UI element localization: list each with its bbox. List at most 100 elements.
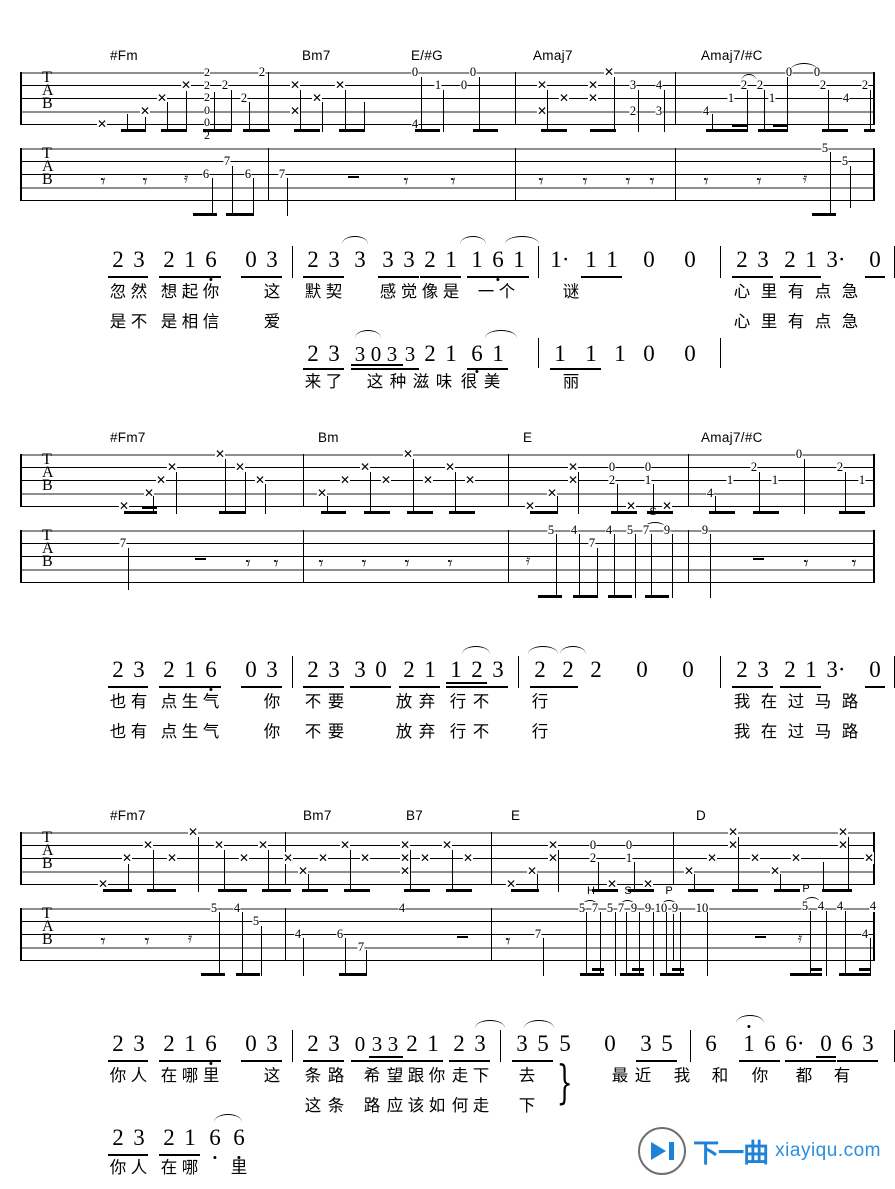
lyric-char: 如 (428, 1096, 446, 1115)
staff-line (20, 858, 875, 859)
mute-x: ✕ (238, 851, 250, 865)
note-stem (322, 102, 324, 132)
beam (404, 889, 430, 892)
barline (515, 72, 517, 125)
note-stem (651, 534, 653, 598)
lyric-char: 路 (327, 1066, 345, 1085)
mute-x: ✕ (567, 460, 579, 474)
site-logo[interactable]: 下一曲 xiayiqu.com (638, 1127, 881, 1175)
jianpu-note: 1 (450, 657, 462, 682)
lyric-char: 下 (472, 1066, 490, 1085)
tab-note: 5 (801, 899, 809, 913)
note-stem (300, 90, 302, 132)
rest: 𝄾 (318, 552, 324, 575)
jianpu-note: 2 (163, 1031, 175, 1056)
note-stem (626, 912, 628, 976)
note-stem (830, 152, 832, 216)
lyric-char: 弃 (418, 722, 436, 741)
beam-underline (837, 1060, 878, 1062)
lyric-char: 哪 (181, 1066, 199, 1085)
jianpu-note: 2 (163, 657, 175, 682)
note-stem (249, 102, 251, 132)
beam (645, 595, 669, 598)
tab-note: 7 (591, 901, 599, 915)
chord-label: Bm7 (303, 808, 332, 823)
tab-note: 5 (252, 914, 260, 928)
beam (611, 511, 637, 514)
rest-eighth: 𝄿 (187, 930, 193, 947)
mute-x: ✕ (359, 460, 371, 474)
lyric-char: 是 (160, 312, 178, 331)
lyric-char: 心 (733, 282, 751, 301)
jianpu-note: 0 (684, 247, 696, 272)
beam (822, 129, 848, 132)
beam-underline (739, 1060, 780, 1062)
lyric-char: 里 (202, 1066, 220, 1085)
beam (709, 511, 735, 514)
lyric-char: 行 (449, 692, 467, 711)
jianpu-note: 1 (606, 247, 618, 272)
tab-note: 3 (629, 78, 637, 92)
beam (193, 213, 217, 216)
jianpu-note: 1 (743, 1031, 755, 1056)
rest: 𝄾 (142, 170, 148, 193)
jianpu-note: 0 (375, 657, 387, 682)
beam (407, 511, 433, 514)
jianpu-note: 3 (757, 657, 769, 682)
tab-note: 7 (642, 523, 650, 537)
tie-dash (457, 936, 468, 938)
measure-bar (292, 1030, 294, 1062)
staff-line (20, 871, 875, 873)
lyric-char: 心 (733, 312, 751, 331)
tab-note: 1 (625, 851, 633, 865)
jianpu-note: 1 (554, 341, 566, 366)
barline (675, 72, 677, 125)
mute-x: ✕ (462, 851, 474, 865)
tab-note: 6 (244, 167, 252, 181)
beam-underline (780, 686, 821, 688)
tab-note: 0 (589, 838, 597, 852)
beam (262, 889, 291, 892)
jianpu-note: 1 (445, 341, 457, 366)
jianpu-note: 1 (424, 657, 436, 682)
jianpu-note: 1 (614, 341, 626, 366)
chord-label: #Fm7 (110, 430, 146, 445)
beam (839, 511, 865, 514)
tab-note: 2 (819, 78, 827, 92)
beam-underline (780, 276, 821, 278)
beam (774, 889, 800, 892)
mute-x: ✕ (289, 104, 301, 118)
measure-bar (720, 246, 722, 278)
mute-x: ✕ (311, 91, 323, 105)
octave-dot-low (496, 278, 500, 282)
lyric-char: 味 (435, 372, 453, 391)
tab-note: 4 (869, 899, 877, 913)
barline (303, 454, 305, 507)
jianpu-note: 6 (205, 657, 217, 682)
jianpu-note: 0 (682, 657, 694, 682)
note-stem (452, 850, 454, 892)
staff-line (20, 543, 875, 544)
tab-note: 7 (617, 901, 625, 915)
tab-note: 5 (626, 523, 634, 537)
chord-label: E (523, 430, 533, 445)
play-icon[interactable] (638, 1127, 687, 1175)
lyric-char: 和 (711, 1066, 729, 1085)
tab-note: 1 (726, 473, 734, 487)
measure-bar (538, 338, 540, 368)
rest: 𝄾 (273, 552, 279, 575)
barline (673, 832, 675, 885)
lyric-char: 望 (386, 1066, 404, 1085)
octave-dot-low (209, 688, 213, 692)
beam-underline (446, 686, 508, 688)
tab-clef: TAB (42, 527, 54, 570)
jianpu-note: 1 (805, 657, 817, 682)
lyric-char: 默 (304, 282, 322, 301)
beam (632, 968, 644, 971)
tab-note: 7 (223, 154, 231, 168)
note-stem (253, 178, 255, 216)
jianpu-note: 1 (184, 247, 196, 272)
slur (736, 1015, 764, 1023)
jianpu-note: 0 (245, 657, 257, 682)
lyric-char: 马 (814, 722, 832, 741)
